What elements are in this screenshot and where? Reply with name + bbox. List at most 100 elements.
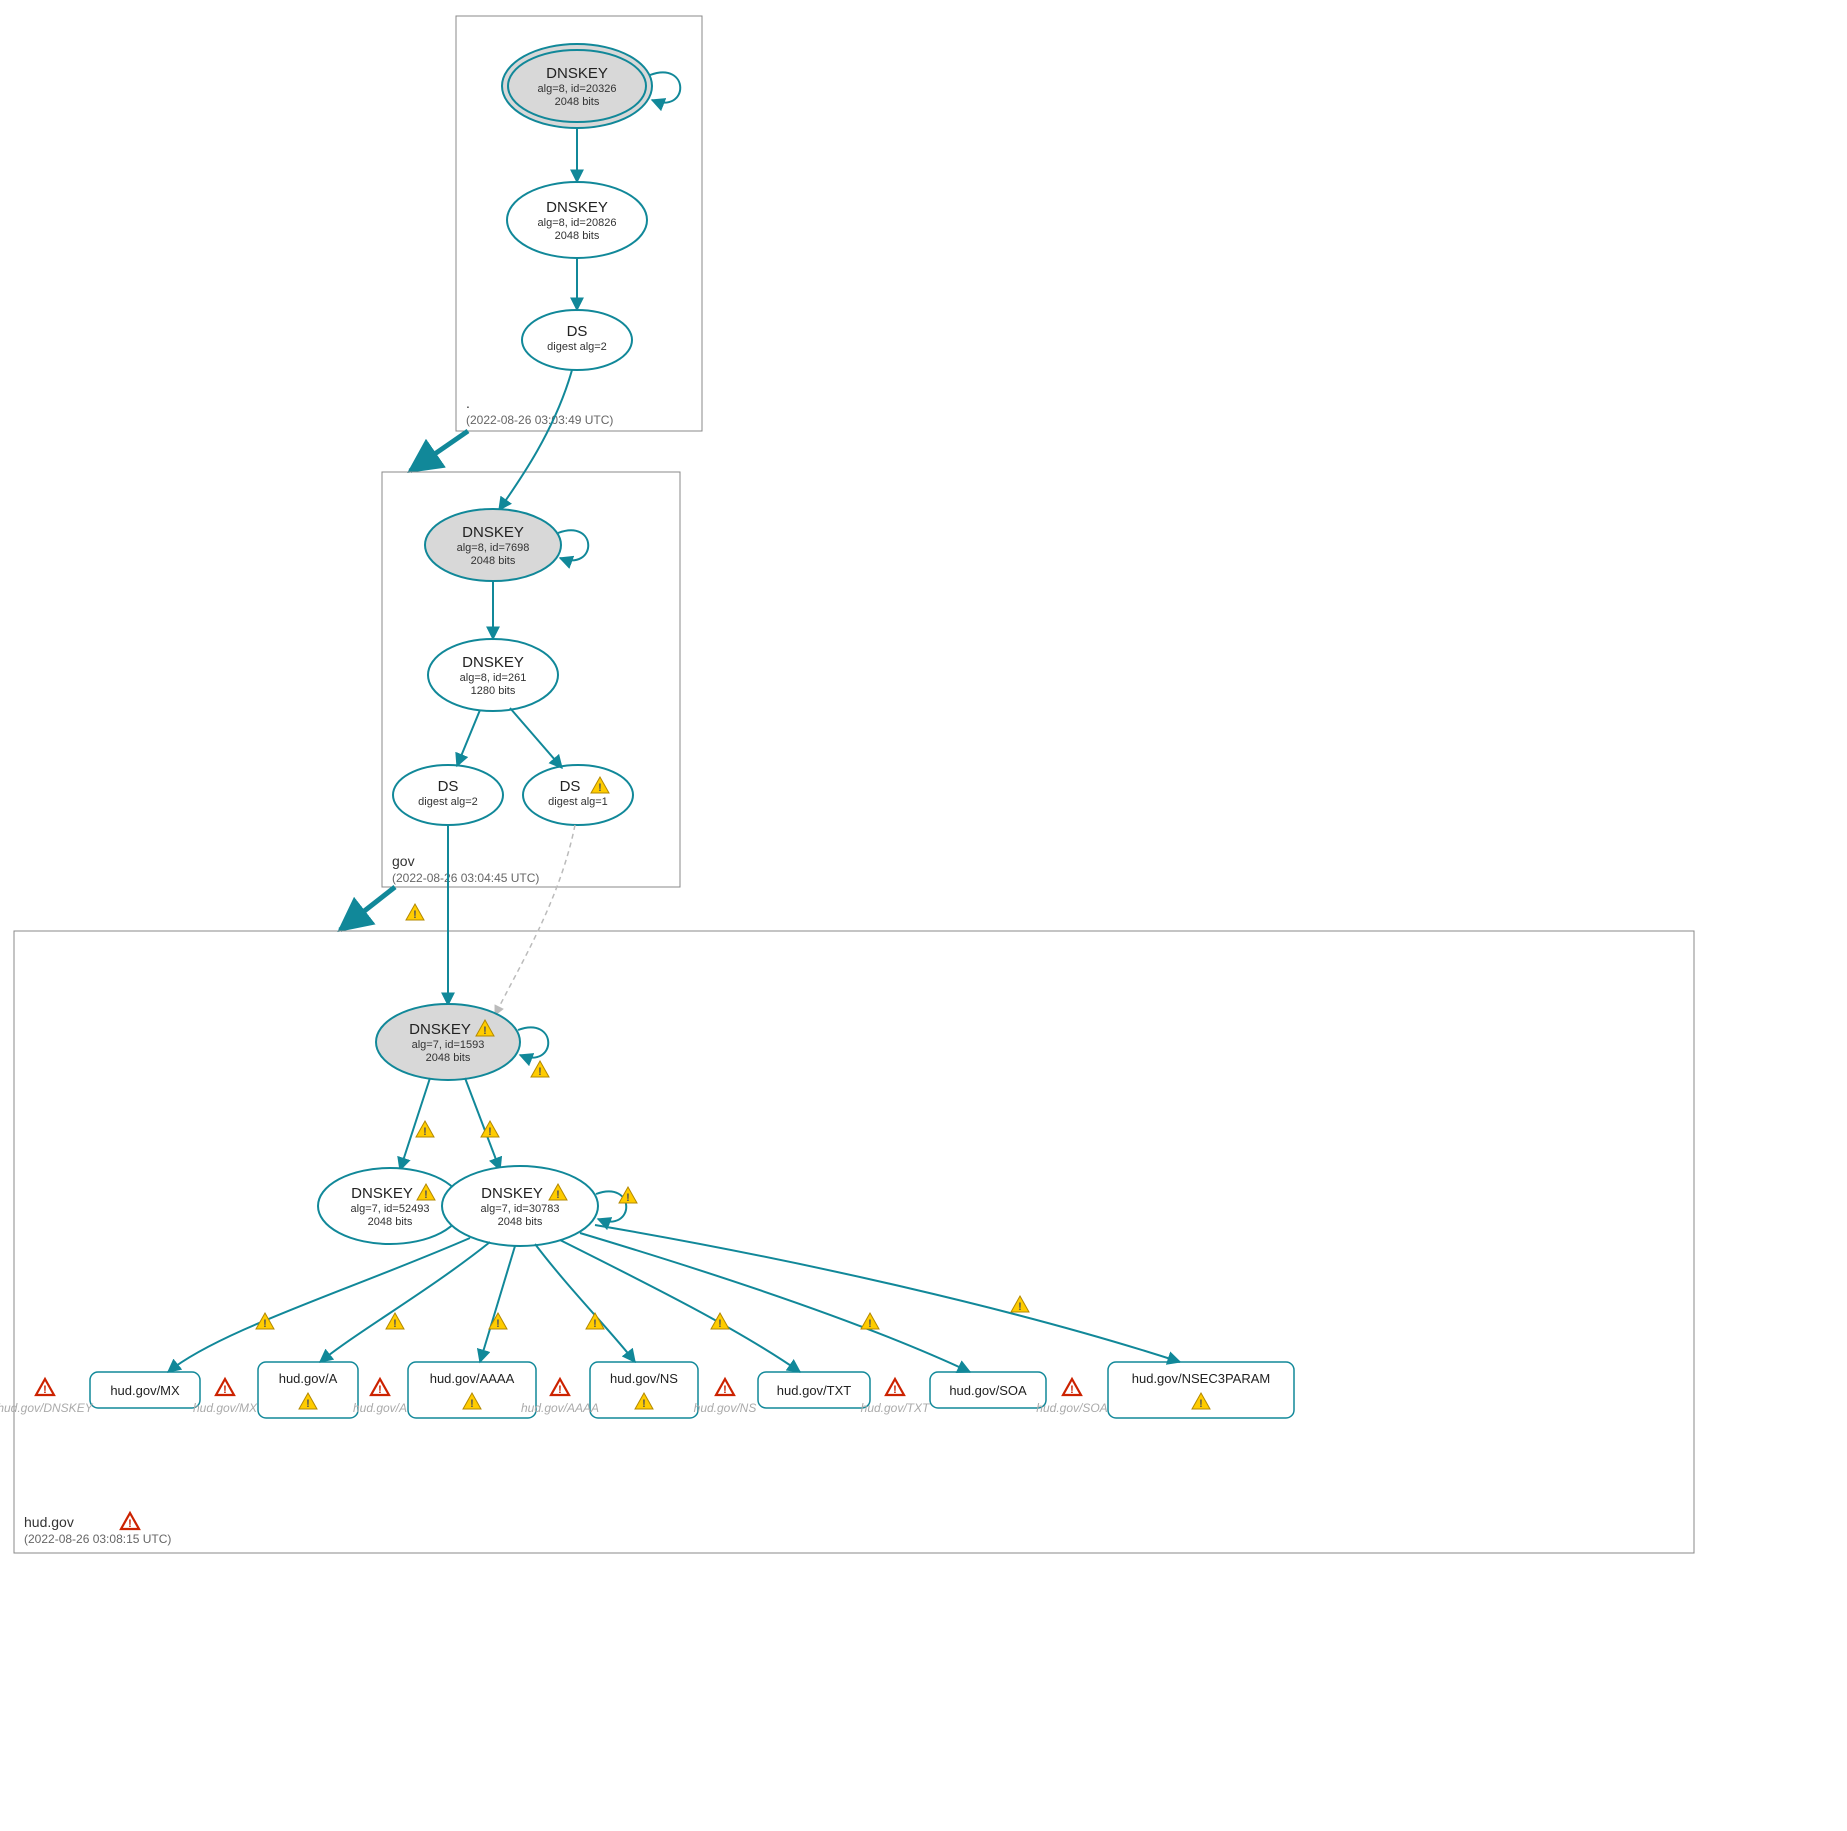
error-icon <box>886 1379 904 1396</box>
edge-zsk2-aaaa <box>480 1246 515 1362</box>
edge-delegation-root-gov <box>410 431 468 471</box>
rr-label: hud.gov/TXT <box>777 1383 851 1398</box>
zone-label-root: . <box>466 395 470 411</box>
edge-gov-ds2-hud-ksk <box>495 825 575 1015</box>
error-icon <box>121 1513 139 1530</box>
rr-label: hud.gov/AAAA <box>430 1371 515 1386</box>
edge-zsk2-soa <box>580 1233 970 1372</box>
rr-a[interactable]: hud.gov/A <box>258 1362 358 1418</box>
rr-aaaa[interactable]: hud.gov/AAAA <box>408 1362 536 1418</box>
warning-icon <box>416 1121 434 1138</box>
node-root-ds[interactable]: DS digest alg=2 <box>522 310 632 370</box>
warning-icon <box>861 1313 879 1330</box>
node-title: DNSKEY <box>481 1185 543 1202</box>
edge-self-gov-ksk <box>558 530 588 560</box>
node-gov-ksk[interactable]: DNSKEY alg=8, id=7698 2048 bits <box>425 509 561 581</box>
node-sub: 1280 bits <box>471 685 516 697</box>
node-title: DS <box>567 323 588 340</box>
ghost-label: hud.gov/DNSKEY <box>0 1401 94 1415</box>
node-title: DNSKEY <box>546 65 608 82</box>
rr-label: hud.gov/NSEC3PARAM <box>1132 1371 1271 1386</box>
edge-hud-ksk-zsk2 <box>465 1078 500 1170</box>
zone-timestamp-root: (2022-08-26 03:03:49 UTC) <box>466 413 613 427</box>
rr-label: hud.gov/NS <box>610 1371 678 1386</box>
node-sub: alg=7, id=30783 <box>481 1203 560 1215</box>
node-sub: alg=7, id=52493 <box>351 1203 430 1215</box>
node-title: DS <box>438 778 459 795</box>
rr-txt[interactable]: hud.gov/TXT <box>758 1372 870 1408</box>
warning-icon <box>406 904 424 921</box>
warning-icon <box>1011 1296 1029 1313</box>
node-sub: alg=8, id=20326 <box>538 83 617 95</box>
node-sub: 2048 bits <box>555 230 600 242</box>
node-root-ksk[interactable]: DNSKEY alg=8, id=20326 2048 bits <box>502 44 652 128</box>
node-sub: alg=7, id=1593 <box>412 1039 485 1051</box>
zone-label-hud: hud.gov <box>24 1514 74 1530</box>
node-sub: 2048 bits <box>471 555 516 567</box>
rr-nsec3param[interactable]: hud.gov/NSEC3PARAM <box>1108 1362 1294 1418</box>
node-gov-ds2[interactable]: DS digest alg=1 <box>523 765 633 825</box>
node-hud-ksk[interactable]: DNSKEY alg=7, id=1593 2048 bits <box>376 1004 520 1080</box>
node-sub: 2048 bits <box>555 96 600 108</box>
node-sub: digest alg=2 <box>418 796 478 808</box>
node-sub: alg=8, id=261 <box>460 672 527 684</box>
ghost-label: hud.gov/A <box>353 1401 407 1415</box>
edge-self-root-ksk <box>650 72 680 102</box>
edge-zsk2-mx <box>168 1238 470 1372</box>
node-sub: digest alg=1 <box>548 796 608 808</box>
error-icon <box>216 1379 234 1396</box>
edge-zsk2-nsec3 <box>595 1225 1180 1362</box>
rr-label: hud.gov/SOA <box>949 1383 1027 1398</box>
node-title: DNSKEY <box>409 1021 471 1038</box>
ghost-label: hud.gov/NS <box>694 1401 757 1415</box>
node-title: DNSKEY <box>462 524 524 541</box>
edge-zsk2-txt <box>560 1240 800 1372</box>
edge-gov-zsk-ds2 <box>510 708 562 768</box>
node-sub: 2048 bits <box>498 1216 543 1228</box>
node-hud-zsk1[interactable]: DNSKEY alg=7, id=52493 2048 bits <box>318 1168 462 1244</box>
edge-zsk2-a <box>320 1242 490 1362</box>
node-sub: digest alg=2 <box>547 341 607 353</box>
node-gov-zsk[interactable]: DNSKEY alg=8, id=261 1280 bits <box>428 639 558 711</box>
error-icon <box>371 1379 389 1396</box>
edge-delegation-gov-hud <box>340 887 395 930</box>
error-icon <box>36 1379 54 1396</box>
ghost-label: hud.gov/MX <box>193 1401 258 1415</box>
error-icon <box>551 1379 569 1396</box>
node-sub: alg=8, id=20826 <box>538 217 617 229</box>
node-title: DNSKEY <box>351 1185 413 1202</box>
node-title: DS <box>560 778 581 795</box>
node-title: DNSKEY <box>462 654 524 671</box>
node-sub: 2048 bits <box>368 1216 413 1228</box>
rr-soa[interactable]: hud.gov/SOA <box>930 1372 1046 1408</box>
rr-label: hud.gov/A <box>279 1371 338 1386</box>
warning-icon <box>711 1313 729 1330</box>
zone-timestamp-gov: (2022-08-26 03:04:45 UTC) <box>392 871 539 885</box>
zone-box-hud <box>14 931 1694 1553</box>
edge-gov-zsk-ds1 <box>457 710 480 766</box>
edge-self-hud-zsk2 <box>596 1191 626 1221</box>
warning-icon <box>531 1061 549 1078</box>
rr-mx[interactable]: hud.gov/MX <box>90 1372 200 1408</box>
node-root-zsk[interactable]: DNSKEY alg=8, id=20826 2048 bits <box>507 182 647 258</box>
node-gov-ds1[interactable]: DS digest alg=2 <box>393 765 503 825</box>
error-icon <box>1063 1379 1081 1396</box>
ghost-label: hud.gov/AAAA <box>521 1401 599 1415</box>
node-sub: alg=8, id=7698 <box>457 542 530 554</box>
error-icon <box>716 1379 734 1396</box>
warning-icon <box>386 1313 404 1330</box>
ghost-label: hud.gov/SOA <box>1036 1401 1107 1415</box>
rr-label: hud.gov/MX <box>110 1383 180 1398</box>
dnssec-graph: ! ! . (2022-08-26 03:03:49 UTC) DNSKEY a… <box>0 0 1847 1831</box>
warning-icon <box>256 1313 274 1330</box>
edge-self-hud-ksk <box>518 1027 548 1057</box>
ghost-label: hud.gov/TXT <box>861 1401 931 1415</box>
edge-zsk2-ns <box>535 1244 635 1362</box>
edge-root-ds-gov-ksk <box>499 370 572 510</box>
node-title: DNSKEY <box>546 199 608 216</box>
node-hud-zsk2[interactable]: DNSKEY alg=7, id=30783 2048 bits <box>442 1166 598 1246</box>
node-sub: 2048 bits <box>426 1052 471 1064</box>
rr-ns[interactable]: hud.gov/NS <box>590 1362 698 1418</box>
zone-label-gov: gov <box>392 853 415 869</box>
zone-timestamp-hud: (2022-08-26 03:08:15 UTC) <box>24 1532 171 1546</box>
